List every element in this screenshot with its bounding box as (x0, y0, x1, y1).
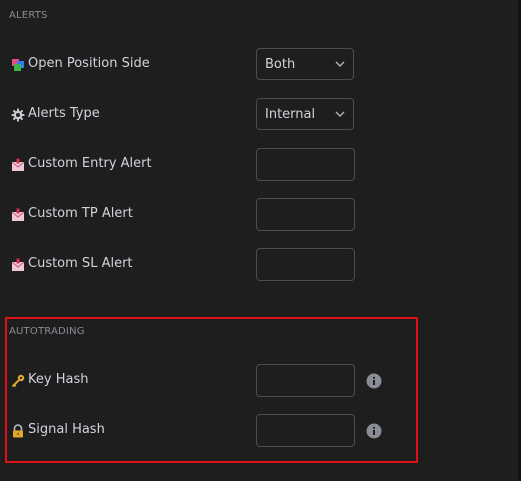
custom-tp-alert-label: Custom TP Alert (28, 206, 133, 221)
envelope-icon (11, 208, 25, 222)
custom-sl-alert-label: Custom SL Alert (28, 256, 133, 271)
key-hash-label: Key Hash (28, 372, 89, 387)
signal-hash-label: Signal Hash (28, 422, 105, 437)
open-position-side-value: Both (265, 57, 296, 72)
custom-sl-alert-input[interactable] (256, 248, 355, 281)
row-signal-hash: Signal Hash (0, 414, 500, 448)
key-hash-input[interactable] (256, 364, 355, 397)
chevron-down-icon (335, 61, 345, 67)
indicator-settings-panel: ALERTS Open Position Side Both Alerts Ty… (0, 0, 521, 481)
autotrading-section-title: AUTOTRADING (9, 326, 85, 337)
chevron-down-icon (335, 111, 345, 117)
row-key-hash: Key Hash (0, 364, 500, 398)
envelope-icon (11, 158, 25, 172)
row-custom-sl-alert: Custom SL Alert (0, 248, 500, 282)
custom-tp-alert-input[interactable] (256, 198, 355, 231)
row-alerts-type: Alerts Type Internal (0, 98, 500, 132)
alerts-type-value: Internal (265, 107, 316, 122)
row-custom-tp-alert: Custom TP Alert (0, 198, 500, 232)
alerts-type-select[interactable]: Internal (256, 98, 354, 130)
open-position-side-label: Open Position Side (28, 56, 150, 71)
colored-squares-icon (11, 58, 25, 72)
custom-entry-alert-label: Custom Entry Alert (28, 156, 152, 171)
key-icon (11, 374, 25, 388)
row-open-position-side: Open Position Side Both (0, 48, 500, 82)
alerts-type-label: Alerts Type (28, 106, 100, 121)
signal-hash-input[interactable] (256, 414, 355, 447)
info-icon[interactable] (366, 423, 382, 439)
envelope-icon (11, 258, 25, 272)
info-icon[interactable] (366, 373, 382, 389)
lock-icon (11, 424, 25, 438)
open-position-side-select[interactable]: Both (256, 48, 354, 80)
custom-entry-alert-input[interactable] (256, 148, 355, 181)
alerts-section-title: ALERTS (9, 10, 48, 21)
gear-icon (11, 108, 25, 122)
row-custom-entry-alert: Custom Entry Alert (0, 148, 500, 182)
